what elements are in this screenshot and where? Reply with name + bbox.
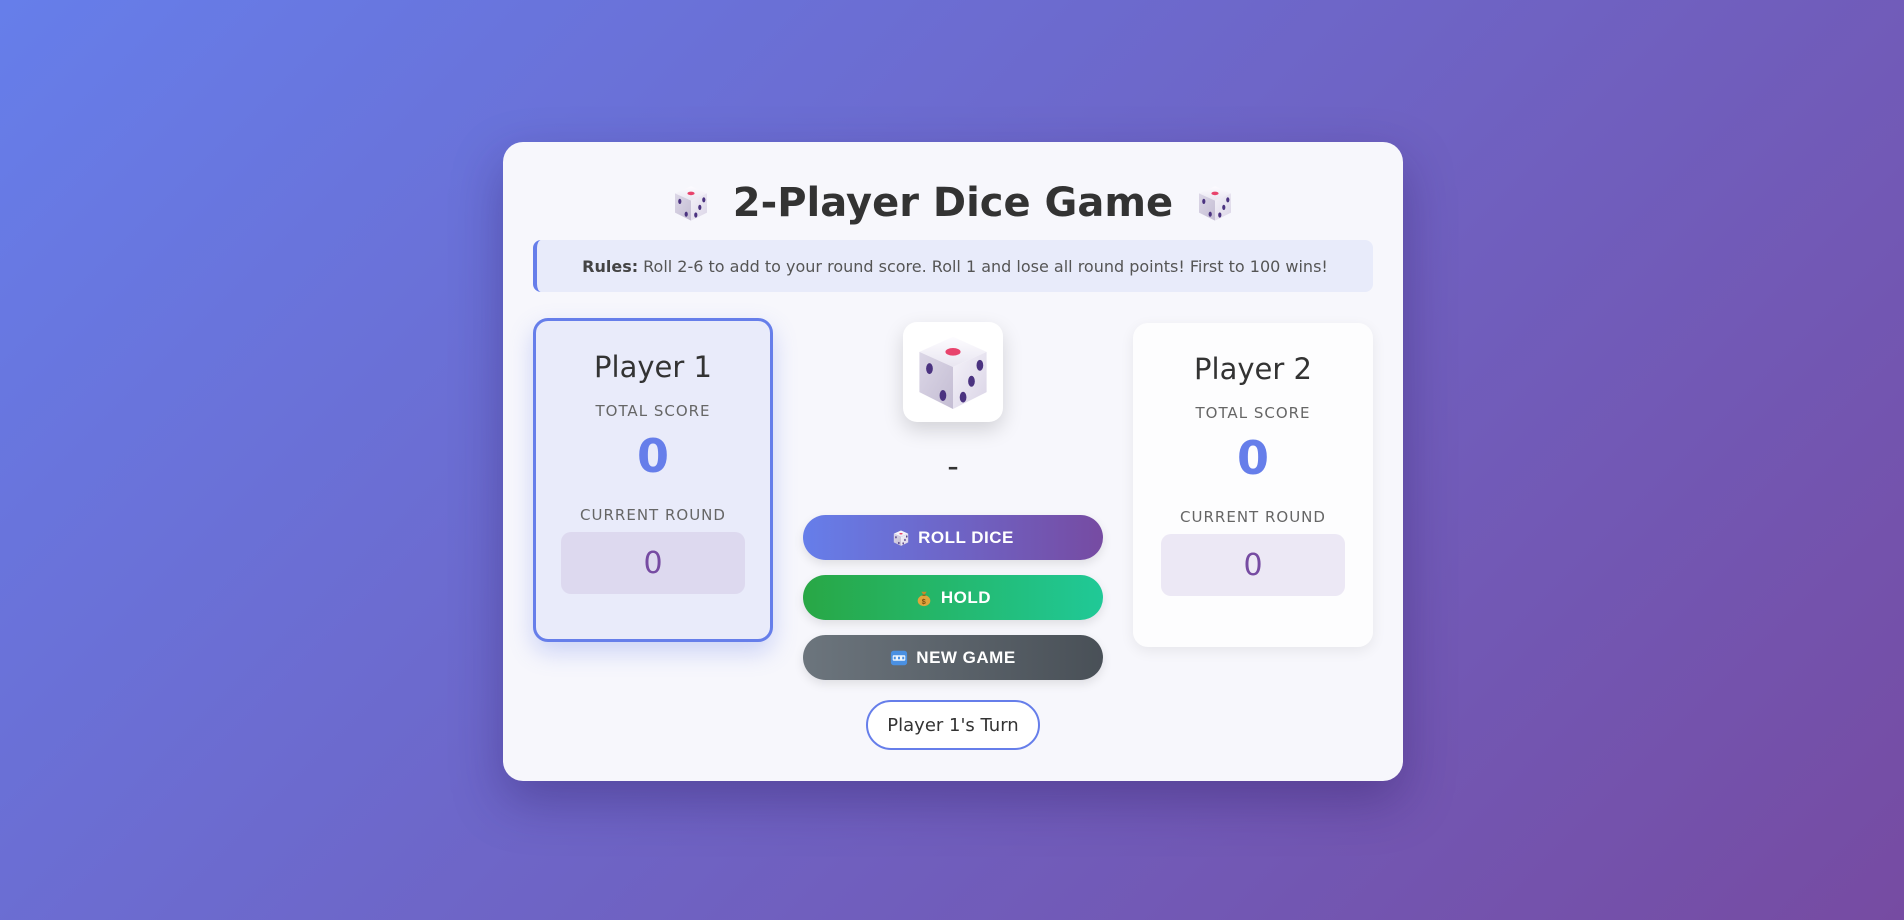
roll-dice-button[interactable]: ROLL DICE [803, 515, 1103, 560]
game-title: 2-Player Dice Game [503, 180, 1403, 226]
player-1-round-score: 0 [561, 532, 745, 594]
title-text: 2-Player Dice Game [732, 180, 1174, 226]
player-1-total-label: TOTAL SCORE [595, 402, 711, 420]
new-badge-icon [891, 650, 908, 665]
rules-label: Rules: [582, 256, 639, 276]
player-1-panel: Player 1 TOTAL SCORE 0 CURRENT ROUND 0 [533, 318, 773, 642]
dice-icon [671, 183, 711, 223]
dice-icon [1195, 183, 1235, 223]
game-card: 2-Player Dice Game Rules: Roll 2-6 to ad… [503, 142, 1403, 781]
turn-indicator: Player 1's Turn [866, 700, 1040, 750]
roll-result: - [947, 447, 959, 485]
player-2-total-score: 0 [1236, 431, 1269, 485]
player-2-panel: Player 2 TOTAL SCORE 0 CURRENT ROUND 0 [1133, 323, 1373, 647]
player-1-round-label: CURRENT ROUND [580, 506, 726, 524]
money-bag-icon: $ [917, 591, 931, 606]
dice-icon [911, 330, 995, 414]
rules-text: Roll 2-6 to add to your round score. Rol… [643, 256, 1328, 276]
player-2-round-label: CURRENT ROUND [1180, 508, 1326, 526]
roll-dice-label: ROLL DICE [918, 527, 1014, 547]
player-1-name: Player 1 [594, 350, 712, 384]
dice-icon [892, 529, 910, 547]
dice-display [903, 322, 1003, 422]
new-game-label: NEW GAME [916, 647, 1016, 667]
hold-button[interactable]: $ HOLD [803, 575, 1103, 620]
player-2-round-score: 0 [1161, 534, 1345, 596]
player-1-total-score: 0 [636, 429, 669, 483]
rules-banner: Rules: Roll 2-6 to add to your round sco… [533, 240, 1373, 292]
svg-text:$: $ [922, 596, 926, 605]
player-2-total-label: TOTAL SCORE [1195, 404, 1311, 422]
player-2-name: Player 2 [1194, 352, 1312, 386]
hold-label: HOLD [940, 587, 992, 607]
new-game-button[interactable]: NEW GAME [803, 635, 1103, 680]
